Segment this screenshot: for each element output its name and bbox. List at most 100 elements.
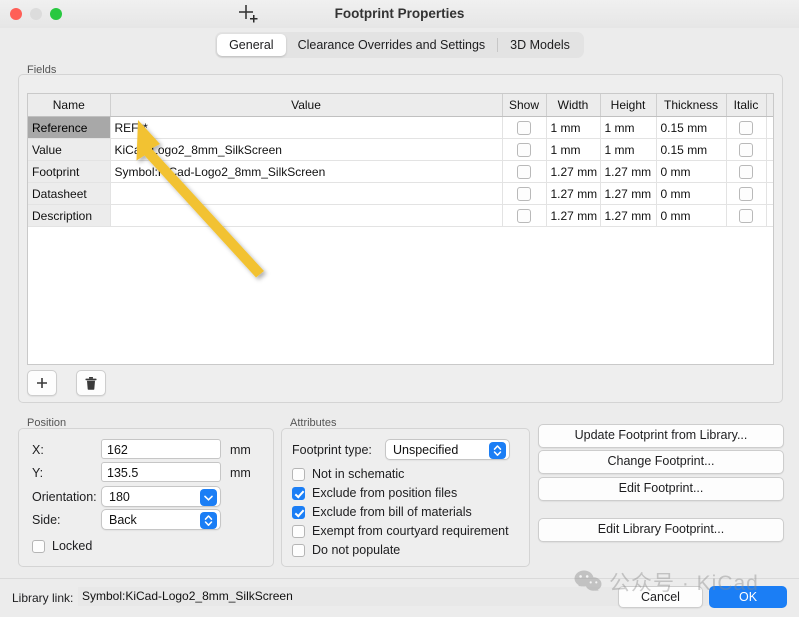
cell-italic[interactable] bbox=[726, 204, 767, 227]
column-header-width[interactable]: Width bbox=[546, 94, 601, 117]
column-header-height[interactable]: Height bbox=[600, 94, 657, 117]
not-in-schematic-checkbox[interactable] bbox=[292, 467, 305, 481]
italic-checkbox[interactable] bbox=[739, 120, 753, 135]
cell-show[interactable] bbox=[502, 116, 547, 139]
show-checkbox[interactable] bbox=[517, 164, 531, 179]
cell-thickness[interactable]: 0 mm bbox=[656, 160, 727, 183]
cell-height[interactable]: 1 mm bbox=[600, 138, 657, 161]
tab-3d-models[interactable]: 3D Models bbox=[498, 34, 582, 56]
cell-width[interactable]: 1.27 mm bbox=[546, 160, 601, 183]
cell-thickness[interactable]: 0 mm bbox=[656, 204, 727, 227]
table-row[interactable]: Value KiCad-Logo2_8mm_SilkScreen 1 mm 1 … bbox=[28, 138, 773, 161]
cell-thickness[interactable]: 0 mm bbox=[656, 182, 727, 205]
x-input[interactable]: 162 bbox=[101, 439, 221, 459]
cell-height[interactable]: 1.27 mm bbox=[600, 204, 657, 227]
tab-clearance-overrides[interactable]: Clearance Overrides and Settings bbox=[286, 34, 498, 56]
update-footprint-from-library-button[interactable]: Update Footprint from Library... bbox=[538, 424, 784, 448]
cell-width[interactable]: 1.27 mm bbox=[546, 182, 601, 205]
cell-name[interactable]: Footprint bbox=[28, 160, 111, 183]
cell-height[interactable]: 1.27 mm bbox=[600, 182, 657, 205]
cell-italic[interactable] bbox=[726, 138, 767, 161]
cell-spacer bbox=[766, 204, 773, 227]
attribute-do-not-populate[interactable]: Do not populate bbox=[292, 543, 400, 557]
cell-value[interactable] bbox=[110, 182, 503, 205]
edit-library-footprint-button[interactable]: Edit Library Footprint... bbox=[538, 518, 784, 542]
cell-italic[interactable] bbox=[726, 182, 767, 205]
attribute-label: Exclude from position files bbox=[312, 486, 458, 500]
cell-value[interactable]: Symbol:KiCad-Logo2_8mm_SilkScreen bbox=[110, 160, 503, 183]
cell-value[interactable] bbox=[110, 204, 503, 227]
cell-width[interactable]: 1 mm bbox=[546, 116, 601, 139]
cancel-button[interactable]: Cancel bbox=[618, 586, 703, 608]
up-down-chevron-icon[interactable] bbox=[489, 442, 506, 459]
window-title: Footprint Properties bbox=[334, 6, 465, 21]
up-down-chevron-icon[interactable] bbox=[200, 512, 217, 529]
fields-table-container[interactable]: Name Value Show Width Height Thickness I… bbox=[27, 93, 774, 365]
column-header-italic[interactable]: Italic bbox=[726, 94, 767, 117]
cell-thickness[interactable]: 0.15 mm bbox=[656, 116, 727, 139]
show-checkbox[interactable] bbox=[517, 186, 531, 201]
table-row[interactable]: Reference REF** 1 mm 1 mm 0.15 mm bbox=[28, 116, 773, 139]
exclude-from-bom-checkbox[interactable] bbox=[292, 505, 305, 519]
library-link-label: Library link: bbox=[12, 591, 74, 605]
column-header-show[interactable]: Show bbox=[502, 94, 547, 117]
chevron-down-icon[interactable] bbox=[200, 489, 217, 506]
orientation-combobox[interactable]: 180 bbox=[101, 486, 221, 507]
locked-label: Locked bbox=[52, 539, 93, 553]
ok-button[interactable]: OK bbox=[709, 586, 787, 608]
side-popup[interactable]: Back bbox=[101, 509, 221, 530]
cell-height[interactable]: 1.27 mm bbox=[600, 160, 657, 183]
attribute-label: Exempt from courtyard requirement bbox=[312, 524, 509, 538]
cell-width[interactable]: 1.27 mm bbox=[546, 204, 601, 227]
table-row[interactable]: Footprint Symbol:KiCad-Logo2_8mm_SilkScr… bbox=[28, 160, 773, 183]
show-checkbox[interactable] bbox=[517, 208, 531, 223]
cell-width[interactable]: 1 mm bbox=[546, 138, 601, 161]
column-header-value[interactable]: Value bbox=[110, 94, 503, 117]
locked-checkbox[interactable] bbox=[32, 539, 45, 553]
y-label: Y: bbox=[32, 466, 44, 480]
italic-checkbox[interactable] bbox=[739, 186, 753, 201]
cell-height[interactable]: 1 mm bbox=[600, 116, 657, 139]
cell-name[interactable]: Description bbox=[28, 204, 111, 227]
table-row[interactable]: Datasheet 1.27 mm 1.27 mm 0 mm bbox=[28, 182, 773, 205]
delete-field-button[interactable] bbox=[76, 370, 106, 396]
library-link-value[interactable]: Symbol:KiCad-Logo2_8mm_SilkScreen bbox=[78, 587, 708, 606]
italic-checkbox[interactable] bbox=[739, 164, 753, 179]
cell-show[interactable] bbox=[502, 182, 547, 205]
cell-thickness[interactable]: 0.15 mm bbox=[656, 138, 727, 161]
cell-value[interactable]: KiCad-Logo2_8mm_SilkScreen bbox=[110, 138, 503, 161]
fields-group: Name Value Show Width Height Thickness I… bbox=[18, 74, 783, 403]
x-label: X: bbox=[32, 443, 44, 457]
cell-italic[interactable] bbox=[726, 160, 767, 183]
exclude-from-position-files-checkbox[interactable] bbox=[292, 486, 305, 500]
cell-italic[interactable] bbox=[726, 116, 767, 139]
y-input[interactable]: 135.5 bbox=[101, 462, 221, 482]
cell-name[interactable]: Datasheet bbox=[28, 182, 111, 205]
column-header-thickness[interactable]: Thickness bbox=[656, 94, 727, 117]
do-not-populate-checkbox[interactable] bbox=[292, 543, 305, 557]
attribute-not-in-schematic[interactable]: Not in schematic bbox=[292, 467, 404, 481]
attribute-exclude-position-files[interactable]: Exclude from position files bbox=[292, 486, 457, 500]
cell-value[interactable]: REF** bbox=[110, 116, 503, 139]
tab-general[interactable]: General bbox=[217, 34, 286, 56]
locked-checkbox-row[interactable]: Locked bbox=[32, 539, 92, 553]
show-checkbox[interactable] bbox=[517, 142, 531, 157]
cell-show[interactable] bbox=[502, 138, 547, 161]
cell-show[interactable] bbox=[502, 204, 547, 227]
cell-name[interactable]: Reference bbox=[28, 116, 111, 139]
show-checkbox[interactable] bbox=[517, 120, 531, 135]
cell-show[interactable] bbox=[502, 160, 547, 183]
italic-checkbox[interactable] bbox=[739, 142, 753, 157]
change-footprint-button[interactable]: Change Footprint... bbox=[538, 450, 784, 474]
footprint-type-popup[interactable]: Unspecified bbox=[385, 439, 510, 460]
attribute-exclude-bom[interactable]: Exclude from bill of materials bbox=[292, 505, 472, 519]
column-header-name[interactable]: Name bbox=[28, 94, 111, 117]
edit-footprint-button[interactable]: Edit Footprint... bbox=[538, 477, 784, 501]
attribute-exempt-courtyard[interactable]: Exempt from courtyard requirement bbox=[292, 524, 509, 538]
table-row[interactable]: Description 1.27 mm 1.27 mm 0 mm bbox=[28, 204, 773, 227]
italic-checkbox[interactable] bbox=[739, 208, 753, 223]
cell-name[interactable]: Value bbox=[28, 138, 111, 161]
window-titlebar: Footprint Properties bbox=[0, 0, 799, 29]
add-field-button[interactable] bbox=[27, 370, 57, 396]
exempt-from-courtyard-checkbox[interactable] bbox=[292, 524, 305, 538]
